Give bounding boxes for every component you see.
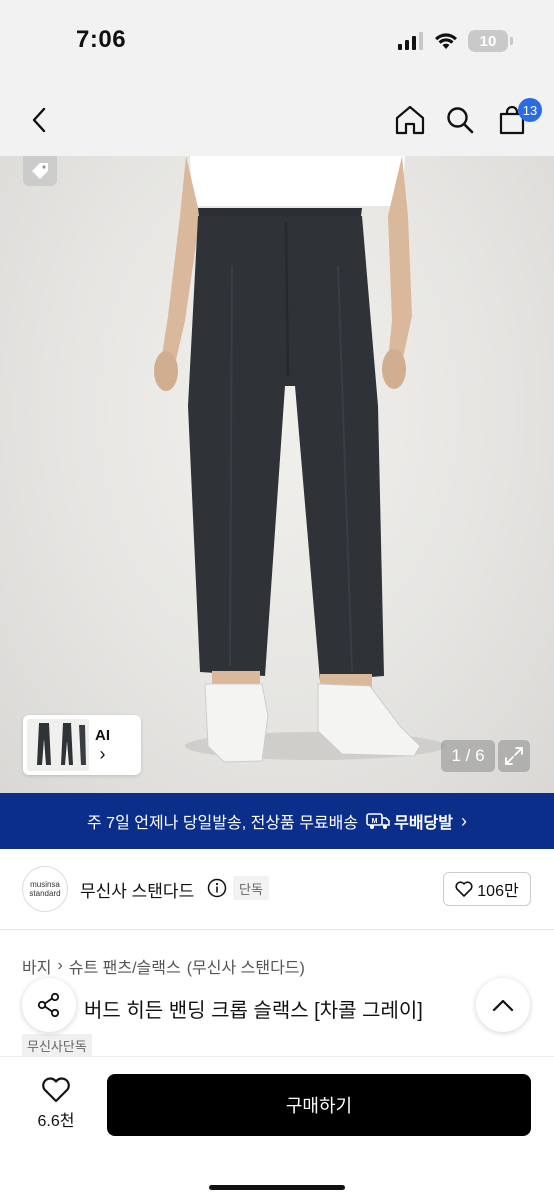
promo-badge-label: 무배당발: [394, 815, 453, 832]
thumbnail-photo: [27, 719, 89, 771]
chevron-up-icon: [492, 999, 514, 1012]
brand-logo-line1: musinsa: [30, 880, 60, 889]
back-button[interactable]: [20, 100, 60, 140]
chevron-left-icon: [32, 107, 46, 133]
heart-icon: [455, 881, 473, 897]
image-counter: 1 / 6: [441, 740, 495, 772]
exclusive-chip: 단독: [233, 876, 269, 900]
breadcrumb-item[interactable]: (무신사 스탠다드): [187, 954, 305, 978]
buy-button[interactable]: 구매하기: [107, 1074, 531, 1136]
home-icon: [395, 105, 425, 135]
home-button[interactable]: [390, 100, 430, 140]
ai-label: AI: [95, 727, 110, 744]
battery-level: 10: [479, 32, 497, 50]
breadcrumb-item[interactable]: 바지: [22, 954, 51, 978]
cart-button[interactable]: 13: [492, 98, 542, 140]
home-indicator: [209, 1185, 345, 1190]
tag-button[interactable]: [23, 156, 57, 186]
signal-icon: [398, 32, 423, 50]
expand-icon: [505, 747, 523, 765]
divider: [0, 929, 554, 930]
product-image-gallery[interactable]: AI › 1 / 6: [0, 156, 554, 793]
promo-text: 주 7일 언제나 당일발송, 전상품 무료배송: [87, 815, 359, 832]
info-icon[interactable]: [207, 878, 227, 898]
wishlist-button[interactable]: 6.6천: [28, 1077, 84, 1131]
brand-name[interactable]: 무신사 스탠다드: [80, 877, 194, 902]
brand-logo[interactable]: musinsa standard: [22, 866, 68, 912]
thumbnail-image: [27, 719, 89, 771]
navigation-bar: 13: [0, 84, 554, 156]
status-time: 7:06: [76, 26, 127, 53]
ai-view-link[interactable]: AI ›: [95, 727, 110, 763]
wishlist-count: 6.6천: [37, 1113, 75, 1130]
delivery-truck-icon: M: [366, 813, 390, 829]
product-title: 버드 히든 밴딩 크롭 슬랙스 [차콜 그레이]: [84, 1000, 423, 1022]
fullscreen-button[interactable]: [498, 740, 530, 772]
brand-row: musinsa standard 무신사 스탠다드 단독 106만: [0, 862, 554, 916]
product-photo: [154, 156, 445, 763]
brand-like-button[interactable]: 106만: [443, 872, 531, 906]
heart-icon: [42, 1077, 70, 1103]
status-bar: 7:06 10: [0, 0, 554, 84]
purchase-bar: 6.6천 구매하기: [0, 1056, 554, 1200]
search-button[interactable]: [440, 100, 480, 140]
status-icons: 10: [398, 30, 513, 52]
cart-count-badge: 13: [518, 98, 542, 122]
scroll-top-button[interactable]: [476, 978, 530, 1032]
share-button[interactable]: [22, 978, 76, 1032]
ai-thumbnail-strip[interactable]: AI ›: [23, 715, 141, 775]
promo-badge: M 무배당발: [366, 809, 453, 833]
price-tag-icon: [32, 163, 48, 179]
chevron-right-icon: ›: [460, 810, 467, 831]
chevron-right-icon: ›: [99, 744, 106, 764]
wifi-icon: [435, 33, 457, 49]
search-icon: [447, 107, 474, 134]
breadcrumb-separator: ›: [57, 957, 63, 974]
svg-text:M: M: [372, 818, 378, 825]
exclusive-tag: 무신사단독: [22, 1034, 92, 1056]
battery-indicator: 10: [468, 30, 513, 52]
brand-logo-line2: standard: [29, 889, 61, 898]
share-icon: [37, 992, 60, 1018]
free-shipping-banner[interactable]: 주 7일 언제나 당일발송, 전상품 무료배송 M 무배당발 ›: [0, 793, 554, 849]
brand-like-count: 106만: [477, 883, 519, 900]
breadcrumb: 바지 › 슈트 팬츠/슬랙스 (무신사 스탠다드): [22, 954, 305, 978]
breadcrumb-item[interactable]: 슈트 팬츠/슬랙스: [69, 954, 181, 978]
